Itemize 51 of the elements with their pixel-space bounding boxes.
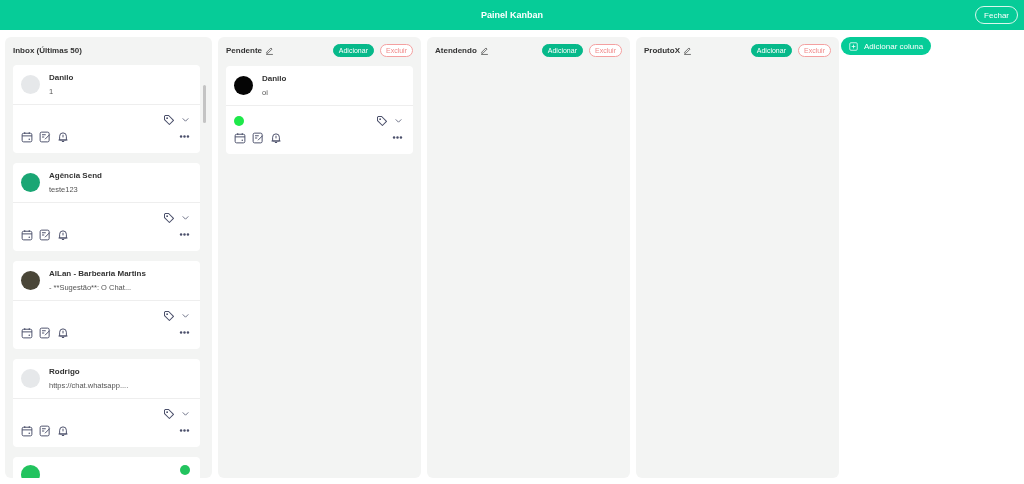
tag-icon[interactable]: [163, 309, 175, 322]
chevron-down-icon[interactable]: [181, 115, 190, 124]
page-title: Painel Kanban: [481, 10, 543, 20]
avatar-icon: [21, 75, 40, 94]
add-column-button[interactable]: Adicionar coluna: [841, 37, 932, 55]
more-options-icon[interactable]: [179, 330, 190, 335]
avatar-icon: [21, 369, 40, 388]
bell-icon[interactable]: [57, 424, 69, 437]
avatar-icon: [21, 173, 40, 192]
contact-name: Danilo: [49, 73, 74, 82]
note-edit-icon[interactable]: [39, 228, 51, 241]
avatar-icon: [234, 76, 253, 95]
contact-name: Rodrigo: [49, 367, 81, 376]
column-title: Inbox (Últimas 50): [13, 45, 82, 55]
more-options-icon[interactable]: [179, 232, 190, 237]
bell-icon[interactable]: [57, 228, 69, 241]
note-edit-icon[interactable]: [252, 131, 264, 144]
calendar-icon[interactable]: [21, 424, 33, 437]
avatar-icon: [21, 271, 40, 290]
edit-pencil-icon[interactable]: [683, 45, 692, 55]
tag-icon[interactable]: [163, 211, 175, 224]
column-title: Atendendo: [435, 45, 477, 55]
note-edit-icon[interactable]: [39, 130, 51, 143]
bell-icon[interactable]: [57, 130, 69, 143]
calendar-icon[interactable]: [21, 228, 33, 241]
bell-icon[interactable]: [270, 131, 282, 144]
more-options-icon[interactable]: [392, 135, 403, 140]
note-edit-icon[interactable]: [39, 326, 51, 339]
plus-square-icon: [849, 41, 858, 51]
chevron-down-icon[interactable]: [181, 311, 190, 320]
edit-pencil-icon[interactable]: [479, 45, 489, 55]
unread-badge: [180, 465, 190, 475]
calendar-icon[interactable]: [234, 131, 246, 144]
note-edit-icon[interactable]: [39, 424, 51, 437]
chevron-down-icon[interactable]: [181, 213, 190, 222]
calendar-icon[interactable]: [21, 130, 33, 143]
tag-icon[interactable]: [163, 113, 175, 126]
calendar-icon[interactable]: [21, 326, 33, 339]
bell-icon[interactable]: [57, 326, 69, 339]
more-options-icon[interactable]: [179, 428, 190, 433]
contact-name: Danilo: [262, 74, 287, 83]
chevron-down-icon[interactable]: [181, 409, 190, 418]
column-title: ProdutoX: [644, 45, 680, 55]
column-title: Pendente: [226, 45, 262, 55]
edit-pencil-icon[interactable]: [265, 45, 274, 55]
contact-name: Agência Send: [49, 171, 102, 180]
contact-name: AlLan - Barbearia Martins: [49, 269, 146, 278]
tag-icon[interactable]: [376, 114, 388, 127]
tag-icon[interactable]: [163, 407, 175, 420]
more-options-icon[interactable]: [179, 134, 190, 139]
chevron-down-icon[interactable]: [394, 116, 403, 125]
